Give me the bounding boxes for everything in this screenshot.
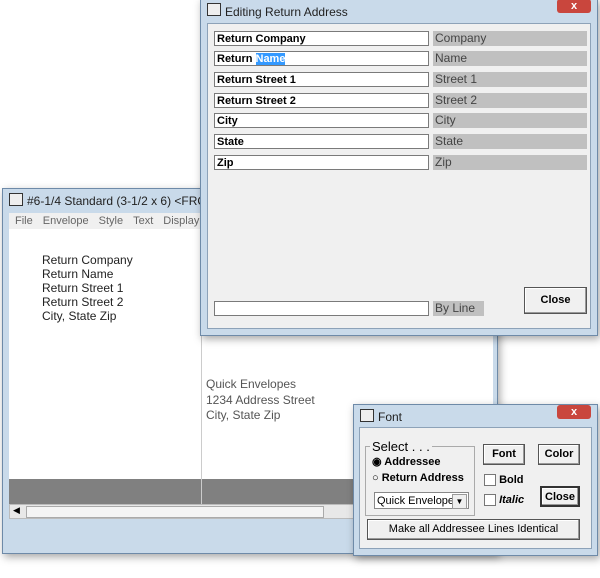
color-button[interactable]: Color (538, 444, 580, 465)
return-address-block: Return Company Return Name Return Street… (42, 253, 133, 323)
font-dialog-title: Font (378, 410, 403, 424)
dialog-icon (360, 409, 374, 422)
checkbox-label: Bold (499, 474, 524, 486)
byline-label: By Line (433, 301, 484, 316)
close-icon[interactable]: x (557, 0, 591, 13)
return-line: Return Company (42, 253, 133, 267)
close-icon[interactable]: x (557, 405, 591, 419)
font-combo[interactable]: Quick Envelopes ▼ (374, 492, 469, 509)
menu-text[interactable]: Text (133, 215, 153, 227)
selected-text: Name (255, 53, 286, 65)
zip-input[interactable]: Zip (214, 155, 429, 170)
company-input[interactable]: Return Company (214, 31, 429, 46)
return-line: Return Street 1 (42, 281, 124, 295)
group-label: Select . . . (370, 439, 432, 454)
return-line: Return Street 2 (42, 295, 124, 309)
company-label: Company (433, 31, 587, 46)
addressee-line: Quick Envelopes (206, 377, 297, 391)
chevron-down-icon[interactable]: ▼ (452, 494, 467, 509)
radio-checked-icon: ◉ (372, 456, 382, 468)
close-button[interactable]: Close (524, 287, 587, 314)
street1-label: Street 1 (433, 72, 587, 87)
font-button[interactable]: Font (483, 444, 525, 465)
radio-label: Addressee (384, 456, 441, 468)
italic-checkbox[interactable]: Italic (484, 494, 525, 507)
checkbox-label: Italic (499, 494, 525, 506)
state-label: State (433, 134, 587, 149)
addressee-line: City, State Zip (206, 408, 281, 422)
menu-style[interactable]: Style (99, 215, 123, 227)
name-text: Return (217, 53, 256, 65)
city-input[interactable]: City (214, 113, 429, 128)
app-icon (9, 193, 23, 206)
bold-checkbox[interactable]: Bold (484, 474, 524, 487)
menu-envelope[interactable]: Envelope (43, 215, 89, 227)
scroll-left-arrow[interactable]: ◀ (13, 505, 20, 516)
make-identical-button[interactable]: Make all Addressee Lines Identical (367, 519, 580, 540)
font-title-bar: Font x (354, 405, 597, 427)
font-close-button[interactable]: Close (540, 486, 580, 507)
checkbox-icon (484, 474, 496, 487)
return-line: City, State Zip (42, 309, 117, 323)
checkbox-icon (484, 494, 496, 507)
scroll-thumb[interactable] (26, 506, 324, 518)
city-label: City (433, 113, 587, 128)
radio-return-address[interactable]: ○ Return Address (372, 472, 464, 484)
editing-return-address-dialog: Editing Return Address x Return Company … (200, 0, 598, 336)
dialog-title-bar: Editing Return Address x (201, 0, 597, 23)
name-input[interactable]: Return Name (214, 51, 429, 66)
font-dialog: Font x Select . . . ◉ Addressee ○ Return… (353, 404, 598, 556)
zip-label: Zip (433, 155, 587, 170)
street2-label: Street 2 (433, 93, 587, 108)
dialog-client (207, 23, 591, 329)
combo-value: Quick Envelopes (377, 495, 460, 507)
radio-addressee[interactable]: ◉ Addressee (372, 455, 441, 468)
state-input[interactable]: State (214, 134, 429, 149)
radio-label: Return Address (381, 472, 464, 484)
addressee-block: Quick Envelopes 1234 Address Street City… (206, 377, 315, 424)
byline-input[interactable] (214, 301, 429, 316)
dialog-title: Editing Return Address (225, 5, 348, 19)
street1-input[interactable]: Return Street 1 (214, 72, 429, 87)
radio-unchecked-icon: ○ (372, 472, 379, 484)
addressee-line: 1234 Address Street (206, 392, 315, 407)
street2-input[interactable]: Return Street 2 (214, 93, 429, 108)
menu-display[interactable]: Display (163, 215, 199, 227)
name-label: Name (433, 51, 587, 66)
menu-file[interactable]: File (15, 215, 33, 227)
return-line: Return Name (42, 267, 114, 281)
dialog-icon (207, 3, 221, 16)
